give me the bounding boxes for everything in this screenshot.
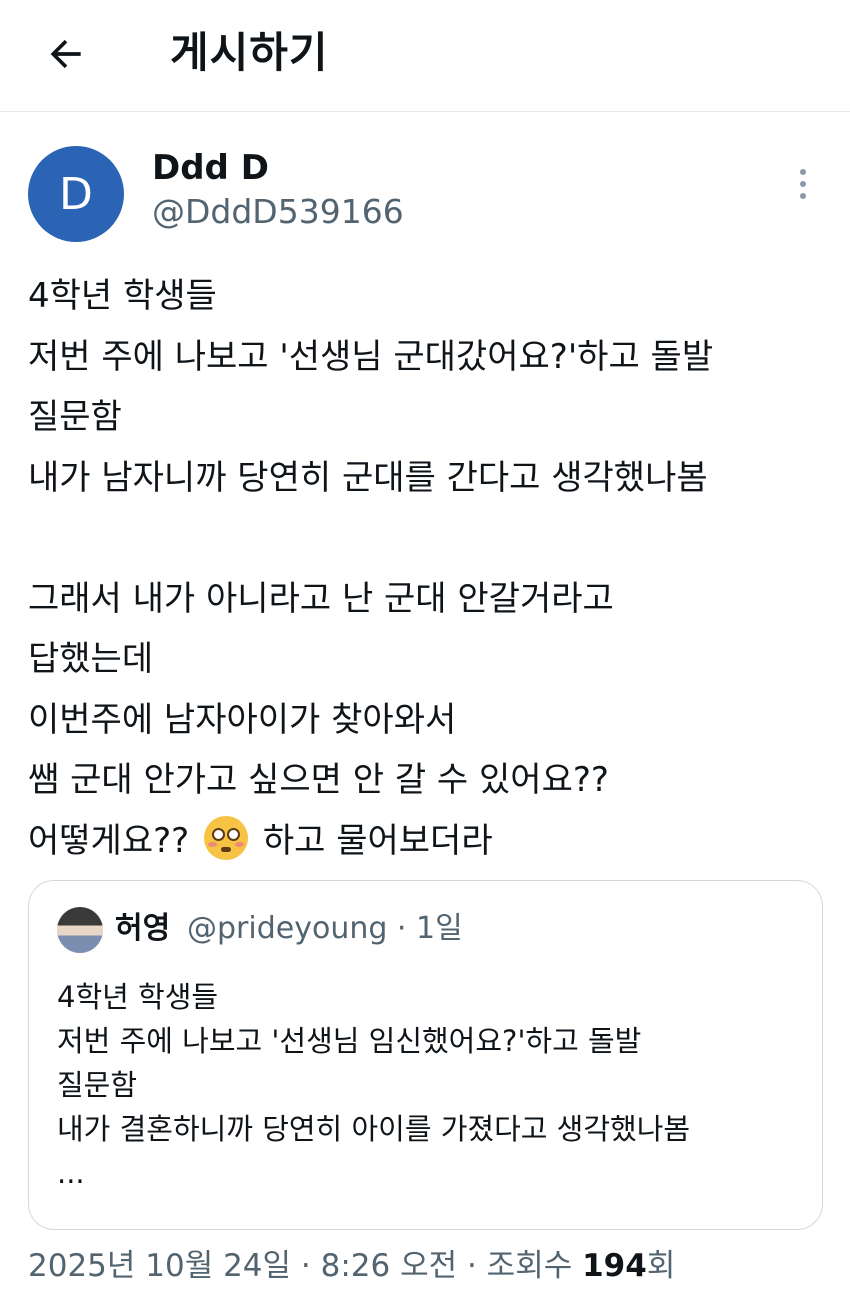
post-timestamp: 2025년 10월 24일 · 8:26 오전 · 조회수: [28, 1248, 583, 1284]
more-dot-icon: [800, 169, 806, 175]
post-metadata: 2025년 10월 24일 · 8:26 오전 · 조회수 194회: [28, 1246, 675, 1286]
post-line: 4학년 학생들: [28, 276, 217, 316]
view-count: 194: [582, 1248, 647, 1284]
quoted-line: 저번 주에 나보고 '선생님 임신했어요?'하고 돌발: [57, 1024, 642, 1058]
more-dot-icon: [800, 193, 806, 199]
quoted-ellipsis: ...: [57, 1156, 85, 1190]
post-detail-page: 게시하기 D Ddd D @DddD539166 4학년 학생들 저번 주에 나…: [0, 0, 850, 1300]
quoted-line: 질문함: [57, 1068, 138, 1102]
post-line: 답했는데: [28, 639, 154, 679]
post-line: 이번주에 남자아이가 찾아와서: [28, 699, 457, 740]
quoted-post-card[interactable]: 허영 @prideyoung · 1일 4학년 학생들 저번 주에 나보고 '선…: [28, 880, 823, 1230]
quoted-line: 4학년 학생들: [57, 980, 219, 1014]
back-button[interactable]: [38, 26, 94, 82]
arrow-left-icon: [50, 39, 81, 69]
post-line: 질문함: [28, 397, 122, 437]
quoted-author-name: 허영: [115, 911, 171, 946]
quoted-author-avatar: [57, 907, 103, 953]
flushed-face-emoji-icon: [204, 815, 249, 860]
avatar-letter: D: [59, 168, 93, 220]
post-line: 저번 주에 나보고 '선생님 군대갔어요?'하고 돌발: [28, 336, 714, 377]
quoted-line: 내가 결혼하니까 당연히 아이를 가졌다고 생각했나봄: [57, 1112, 691, 1146]
more-options-button[interactable]: [788, 162, 818, 206]
post-line-with-emoji: 어떻게요?? 하고 물어보더라: [28, 811, 828, 872]
top-bar: 게시하기: [0, 0, 850, 112]
more-dot-icon: [800, 181, 806, 187]
post-line: 내가 남자니까 당연히 군대를 간다고 생각했나봄: [28, 457, 708, 498]
post-line: 그래서 내가 아니라고 난 군대 안갈거라고: [28, 578, 614, 619]
author-handle[interactable]: @DddD539166: [152, 192, 404, 232]
quoted-author-handle-time: @prideyoung · 1일: [187, 911, 463, 946]
author-display-name[interactable]: Ddd D: [152, 148, 269, 188]
view-count-unit: 회: [646, 1248, 676, 1284]
page-title: 게시하기: [170, 28, 329, 77]
quoted-post-text: 4학년 학생들 저번 주에 나보고 '선생님 임신했어요?'하고 돌발 질문함 …: [57, 975, 807, 1195]
post-text: 4학년 학생들 저번 주에 나보고 '선생님 군대갔어요?'하고 돌발 질문함 …: [28, 266, 828, 871]
author-avatar[interactable]: D: [28, 146, 124, 242]
post-line: 쌤 군대 안가고 싶으면 안 갈 수 있어요??: [28, 760, 609, 800]
post-text-segment: 하고 물어보더라: [262, 820, 493, 861]
post-text-segment: 어떻게요??: [28, 820, 190, 861]
